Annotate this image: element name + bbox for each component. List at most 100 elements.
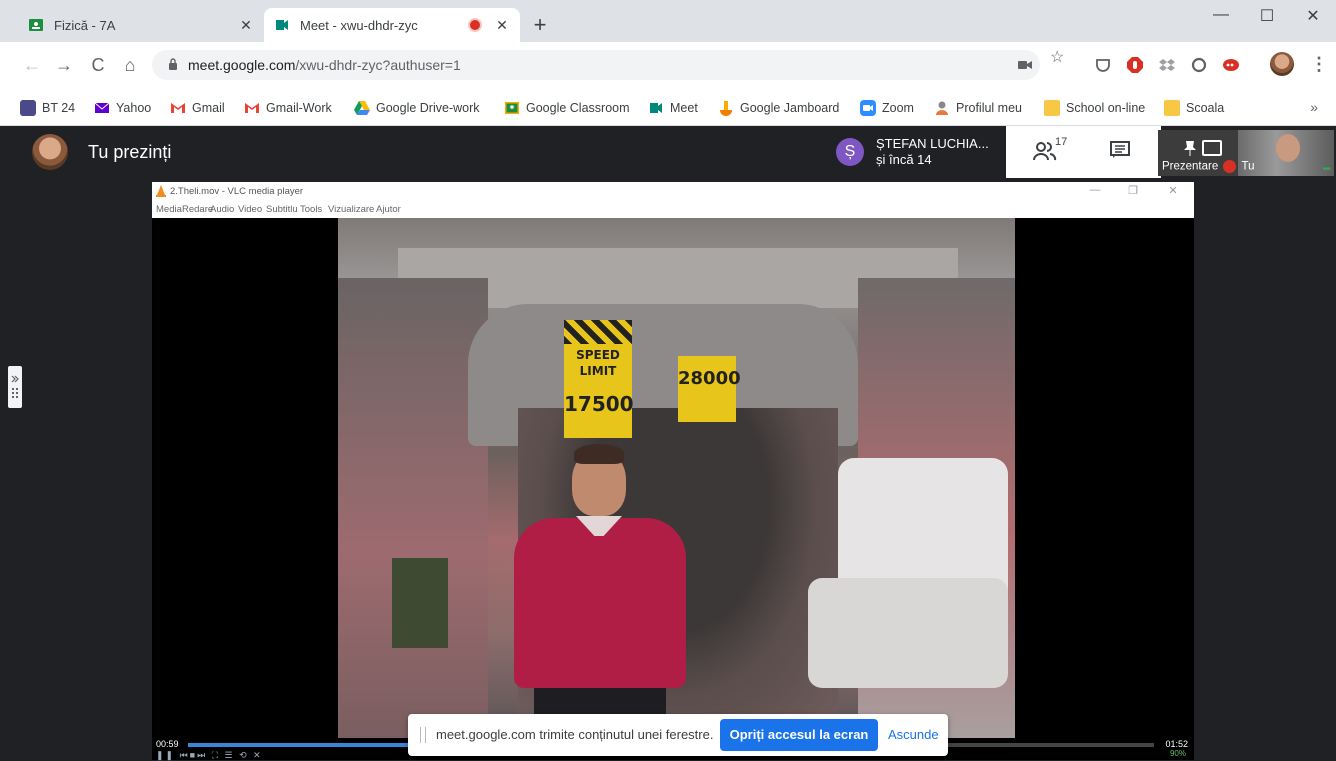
vlc-close-button[interactable]: ✕ (1158, 184, 1188, 197)
self-video-tile[interactable]: Prezentare Tu ••• (1158, 130, 1334, 176)
vlc-menu-vizualizare[interactable]: Vizualizare (328, 204, 374, 215)
vlc-menu-subtitlu[interactable]: Subtitlu (266, 204, 298, 215)
participant-name: ȘTEFAN LUCHIA... (876, 136, 989, 151)
lastpass-extension-icon[interactable] (1222, 56, 1240, 74)
mail-icon (94, 102, 110, 113)
star-icon[interactable]: ☆ (1050, 47, 1064, 67)
google-drive-icon (354, 101, 370, 115)
sign-right-value: 28000 (678, 368, 741, 389)
meet-icon (650, 103, 662, 113)
vlc-time-total: 01:52 (1165, 739, 1188, 749)
tab-close-icon[interactable]: ✕ (494, 17, 510, 34)
vlc-menu-media[interactable]: Media (156, 204, 182, 215)
participant-avatar: Ș (836, 138, 864, 166)
vlc-playback-controls[interactable]: ❚❚ ⏮■⏭ ⛶ ☰ ⟲ ✕ (156, 750, 263, 761)
people-count-badge: 17 (1055, 136, 1068, 148)
bookmark-drive-work[interactable]: Google Drive-work (354, 100, 480, 116)
hazard-stripes (564, 320, 632, 344)
bookmark-folder-school-online[interactable]: School on-line (1044, 100, 1145, 116)
grip-icon (11, 375, 19, 398)
pocket-extension-icon[interactable] (1094, 56, 1112, 74)
gmail-icon (245, 103, 259, 113)
pin-icon[interactable] (1184, 140, 1196, 156)
gmail-icon (171, 103, 185, 113)
vlc-maximize-button[interactable]: ❐ (1118, 184, 1148, 197)
vlc-menu-redare[interactable]: Redare (182, 204, 213, 215)
bookmark-yahoo[interactable]: Yahoo (94, 100, 151, 116)
minimize-button[interactable]: — (1198, 6, 1244, 24)
zoom-icon (860, 100, 876, 116)
participant-summary: ȘTEFAN LUCHIA... și încă 14 (876, 136, 989, 168)
bookmark-classroom[interactable]: Google Classroom (504, 100, 630, 116)
browser-toolbar: ← → C ⌂ meet.google.com/xwu-dhdr-zyc?aut… (0, 42, 1336, 90)
presenting-label: Tu prezinți (88, 142, 172, 162)
vlc-title-bar: 2.Theli.mov - VLC media player — ❐ ✕ (152, 182, 1194, 202)
camera-icon[interactable] (1018, 59, 1032, 71)
bookmark-meet[interactable]: Meet (648, 100, 698, 116)
menu-kebab-icon[interactable]: ⋮ (1310, 54, 1328, 75)
home-button[interactable]: ⌂ (118, 54, 142, 76)
maximize-button[interactable]: ☐ (1244, 6, 1290, 26)
astronaut-hair (574, 444, 624, 464)
bookmarks-bar: BT 24 Yahoo Gmail Gmail-Work Google Driv… (0, 90, 1336, 126)
bookmark-zoom[interactable]: Zoom (860, 100, 914, 116)
equipment-box (392, 558, 448, 648)
hide-notification-button[interactable]: Ascunde (888, 727, 939, 742)
stop-sharing-button[interactable]: Opriți accesul la ecran (720, 719, 878, 751)
dropbox-extension-icon[interactable] (1158, 56, 1176, 74)
folder-icon (1044, 100, 1060, 116)
sign-speed-line1: SPEED (576, 348, 620, 362)
close-window-button[interactable]: ✕ (1290, 6, 1336, 26)
drag-handle-icon[interactable] (420, 727, 426, 743)
profile-avatar[interactable] (1270, 52, 1294, 76)
vlc-menu-bar: Media Redare Audio Video Subtitlu Tools … (152, 202, 1194, 218)
back-button[interactable]: ← (20, 54, 44, 76)
vlc-menu-tools[interactable]: Tools (300, 204, 322, 215)
side-panel-handle[interactable] (8, 366, 22, 408)
recording-indicator-icon (470, 20, 480, 30)
video-frame[interactable]: SPEED LIMIT 17500 28000 (338, 218, 1015, 738)
vlc-volume-level[interactable]: 90% (1170, 749, 1186, 758)
bt24-icon (20, 100, 36, 116)
screen-share-notification: meet.google.com trimite conținutul unei … (408, 714, 948, 756)
vlc-window: 2.Theli.mov - VLC media player — ❐ ✕ Med… (152, 182, 1194, 760)
adblock-extension-icon[interactable] (1126, 56, 1144, 74)
tab-close-icon[interactable]: ✕ (238, 17, 254, 34)
bookmark-bt24[interactable]: BT 24 (20, 100, 75, 116)
vlc-menu-audio[interactable]: Audio (210, 204, 234, 215)
bookmarks-overflow-button[interactable]: » (1310, 99, 1318, 115)
tab-fizica[interactable]: Fizică - 7A ✕ (18, 8, 264, 42)
profile-icon (936, 101, 948, 115)
vlc-menu-video[interactable]: Video (238, 204, 262, 215)
bookmark-jamboard[interactable]: Google Jamboard (718, 100, 839, 116)
new-tab-button[interactable]: + (528, 14, 552, 36)
self-tile-label: Prezentare Tu (1162, 160, 1255, 173)
present-screen-icon[interactable] (1202, 140, 1222, 156)
more-options-icon[interactable]: ••• (1322, 164, 1330, 175)
address-bar[interactable]: meet.google.com/xwu-dhdr-zyc?authuser=1 (152, 50, 1040, 80)
presenter-avatar (32, 134, 68, 170)
self-face (1276, 134, 1300, 162)
browser-tab-strip: Fizică - 7A ✕ Meet - xwu-dhdr-zyc ✕ + — … (0, 0, 1336, 42)
folder-icon (1164, 100, 1180, 116)
tab-title: Meet - xwu-dhdr-zyc (300, 17, 418, 33)
sign-speed-value: 17500 (564, 392, 634, 416)
left-wall (338, 278, 488, 738)
vlc-menu-ajutor[interactable]: Ajutor (376, 204, 401, 215)
vlc-minimize-button[interactable]: — (1080, 184, 1110, 196)
bookmark-profilul-meu[interactable]: Profilul meu (934, 100, 1022, 116)
bookmark-gmail[interactable]: Gmail (170, 100, 225, 116)
muted-mic-icon (1223, 160, 1237, 173)
tab-meet[interactable]: Meet - xwu-dhdr-zyc ✕ (264, 8, 520, 42)
chat-icon[interactable] (1110, 141, 1130, 159)
reload-button[interactable]: C (86, 54, 110, 76)
forward-button[interactable]: → (52, 54, 76, 76)
meet-icon (276, 20, 288, 30)
share-message: meet.google.com trimite conținutul unei … (436, 727, 714, 742)
lock-icon (169, 58, 177, 70)
vlc-cone-icon (156, 185, 166, 197)
ring-extension-icon[interactable] (1190, 56, 1208, 74)
bookmark-folder-scoala[interactable]: Scoala (1164, 100, 1224, 116)
vlc-time-elapsed: 00:59 (156, 739, 179, 749)
bookmark-gmail-work[interactable]: Gmail-Work (244, 100, 332, 116)
